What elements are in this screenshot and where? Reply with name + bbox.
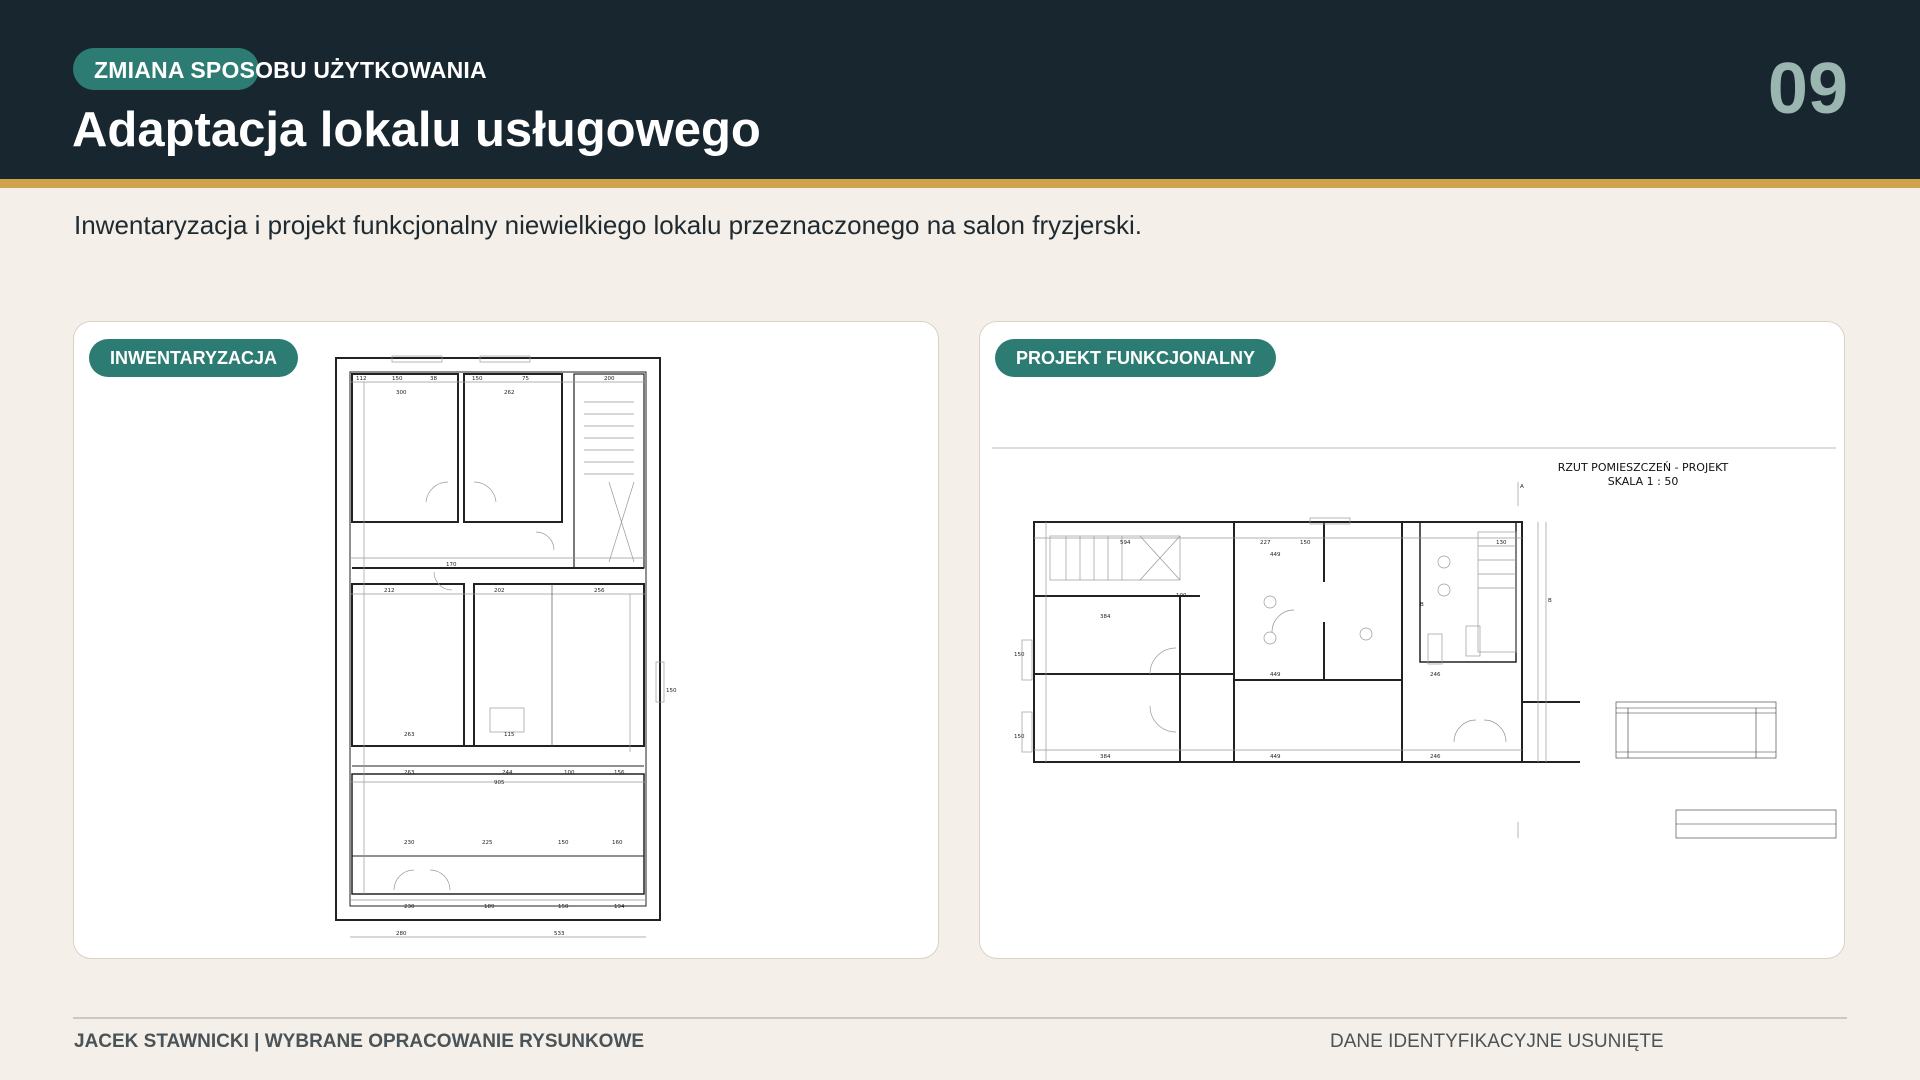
svg-text:115: 115 xyxy=(504,732,515,738)
project-floor-plan: RZUT POMIESZCZEŃ - PROJEKT SKALA 1 : 50 xyxy=(992,447,1837,839)
footer-note: DANE IDENTYFIKACYJNE USUNIĘTE xyxy=(1330,1031,1664,1052)
svg-text:594: 594 xyxy=(1120,540,1131,546)
svg-text:212: 212 xyxy=(384,588,395,594)
svg-text:200: 200 xyxy=(604,376,615,382)
svg-text:170: 170 xyxy=(446,562,457,568)
svg-text:150: 150 xyxy=(472,376,483,382)
svg-text:230: 230 xyxy=(404,840,415,846)
svg-text:112: 112 xyxy=(356,376,367,382)
svg-text:38: 38 xyxy=(430,376,437,382)
svg-text:160: 160 xyxy=(612,840,623,846)
page-number: 09 xyxy=(1767,49,1848,129)
svg-text:202: 202 xyxy=(494,588,505,594)
svg-text:246: 246 xyxy=(1430,754,1441,760)
svg-text:130: 130 xyxy=(1496,540,1507,546)
svg-text:227: 227 xyxy=(1260,540,1271,546)
svg-text:230: 230 xyxy=(404,904,415,910)
svg-text:246: 246 xyxy=(1430,672,1441,678)
page-subtitle: Inwentaryzacja i projekt funkcjonalny ni… xyxy=(74,210,1143,240)
svg-text:280: 280 xyxy=(396,931,407,937)
svg-text:150: 150 xyxy=(1300,540,1311,546)
svg-text:150: 150 xyxy=(558,840,569,846)
svg-text:263: 263 xyxy=(404,732,415,738)
svg-text:263: 263 xyxy=(404,770,415,776)
svg-text:150: 150 xyxy=(1014,652,1025,658)
svg-text:262: 262 xyxy=(504,390,515,396)
svg-text:150: 150 xyxy=(666,688,677,694)
svg-text:384: 384 xyxy=(1100,614,1111,620)
svg-text:449: 449 xyxy=(1270,754,1281,760)
svg-text:75: 75 xyxy=(522,376,529,382)
svg-text:150: 150 xyxy=(1014,734,1025,740)
project-panel: RZUT POMIESZCZEŃ - PROJEKT SKALA 1 : 50 xyxy=(979,321,1845,959)
svg-text:384: 384 xyxy=(1100,754,1111,760)
drawing-title: RZUT POMIESZCZEŃ - PROJEKT xyxy=(1558,461,1729,474)
svg-text:189: 189 xyxy=(484,904,495,910)
svg-text:150: 150 xyxy=(392,376,403,382)
header-accent-stripe xyxy=(0,179,1920,188)
svg-text:533: 533 xyxy=(554,931,565,937)
svg-text:225: 225 xyxy=(482,840,493,846)
drawing-scale: SKALA 1 : 50 xyxy=(1608,475,1679,488)
svg-text:194: 194 xyxy=(614,904,625,910)
section-kicker: ZMIANA SPOSOBU UŻYTKOWANIA xyxy=(94,57,487,83)
inventory-panel: 112 150 38 150 75 200 300 262 170 212 202 256 26… xyxy=(73,321,939,959)
page-title: Adaptacja lokalu usługowego xyxy=(72,103,761,157)
svg-text:244: 244 xyxy=(502,770,513,776)
svg-text:156: 156 xyxy=(614,770,625,776)
svg-text:150: 150 xyxy=(558,904,569,910)
svg-text:300: 300 xyxy=(396,390,407,396)
svg-text:449: 449 xyxy=(1270,552,1281,558)
svg-text:B: B xyxy=(1548,598,1552,604)
inventory-floor-plan: 112 150 38 150 75 200 300 262 170 212 202 256 26… xyxy=(335,355,677,938)
svg-text:100: 100 xyxy=(564,770,575,776)
project-label: PROJEKT FUNKCJONALNY xyxy=(995,339,1277,377)
footer-author: JACEK STAWNICKI | WYBRANE OPRACOWANIE RY… xyxy=(74,1031,645,1052)
svg-text:905: 905 xyxy=(494,780,505,786)
svg-text:256: 256 xyxy=(594,588,605,594)
svg-text:100: 100 xyxy=(1176,593,1187,599)
svg-text:B: B xyxy=(1420,602,1424,608)
inventory-label: INWENTARYZACJA xyxy=(89,339,298,377)
svg-text:449: 449 xyxy=(1270,672,1281,678)
svg-text:A: A xyxy=(1520,484,1524,490)
footer-divider xyxy=(73,1017,1847,1019)
